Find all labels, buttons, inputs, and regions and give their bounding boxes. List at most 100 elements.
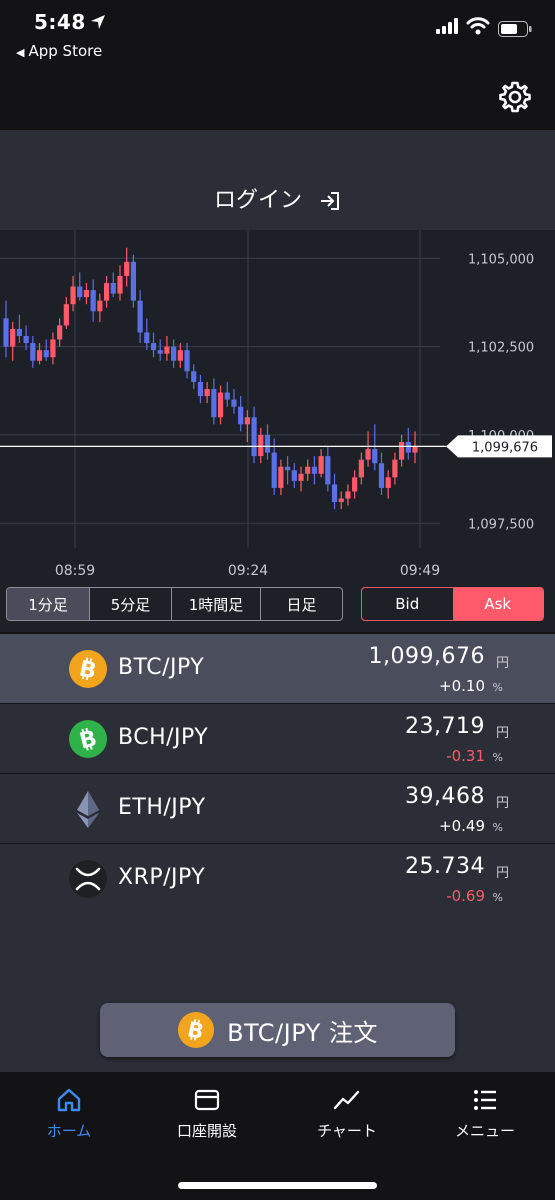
candle-body bbox=[224, 392, 230, 400]
candle-body bbox=[77, 286, 83, 298]
candle-body bbox=[103, 283, 110, 301]
pair-price: 23,719 bbox=[405, 714, 485, 739]
candle-body bbox=[331, 484, 338, 503]
candle-body bbox=[352, 477, 358, 492]
candle-body bbox=[57, 325, 63, 340]
pair-row-xrp[interactable]: XRP/JPY 25.734 円 -0.69 % bbox=[0, 844, 555, 914]
price-chart[interactable]: 1,105,0001,102,5001,100,0001,097,50008:5… bbox=[0, 230, 555, 580]
timeframe-daily[interactable]: 日足 bbox=[261, 588, 342, 620]
order-button-label: BTC/JPY 注文 bbox=[227, 1018, 378, 1047]
timeframe-1hour[interactable]: 1時間足 bbox=[172, 588, 261, 620]
chart-line-icon bbox=[333, 1090, 360, 1110]
login-button[interactable]: ログイン bbox=[0, 182, 555, 214]
candle-body bbox=[231, 399, 237, 407]
candle-body bbox=[144, 332, 150, 344]
login-arrow-icon bbox=[321, 192, 339, 210]
candle-body bbox=[392, 459, 398, 478]
candle-body bbox=[164, 346, 170, 354]
candle-body bbox=[358, 459, 364, 478]
y-tick-label: 1,097,500 bbox=[468, 517, 534, 532]
home-icon bbox=[57, 1088, 81, 1112]
x-tick-label: 08:59 bbox=[55, 563, 95, 579]
tab-home[interactable]: ホーム bbox=[4, 1086, 134, 1141]
login-bar: ログイン bbox=[0, 130, 555, 230]
tab-label: メニュー bbox=[454, 1122, 515, 1140]
order-button[interactable]: B BTC/JPY 注文 bbox=[100, 1003, 455, 1057]
change-unit: % bbox=[492, 891, 503, 904]
pair-price: 1,099,676 bbox=[368, 644, 485, 669]
pair-row-bch[interactable]: B BCH/JPY 23,719 円 -0.31 % bbox=[0, 704, 555, 774]
candle-body bbox=[285, 466, 291, 471]
pair-row-btc[interactable]: B BTC/JPY 1,099,676 円 +0.10 % bbox=[0, 634, 555, 704]
candle-body bbox=[305, 466, 311, 474]
pair-symbol: BTC/JPY bbox=[118, 655, 205, 680]
bitcoin-icon: B bbox=[69, 650, 107, 688]
tab-label: 口座開設 bbox=[176, 1122, 237, 1140]
bottom-tab-bar: ホーム 口座開設 チャート メニュー bbox=[0, 1072, 555, 1200]
candle-body bbox=[177, 350, 183, 361]
candle-body bbox=[405, 442, 411, 453]
candle-body bbox=[50, 339, 56, 358]
pair-symbol: BCH/JPY bbox=[118, 725, 209, 750]
current-price-label: 1,099,676 bbox=[472, 440, 538, 455]
timeframe-5min[interactable]: 5分足 bbox=[90, 588, 172, 620]
pair-list: B BTC/JPY 1,099,676 円 +0.10 % B BCH/JPY … bbox=[0, 634, 555, 914]
home-indicator bbox=[178, 1182, 377, 1189]
pair-price: 39,468 bbox=[405, 784, 485, 809]
app-screen: 5:48 ◀ App Store ログイン 1,105,000 1,102,50… bbox=[0, 0, 555, 1200]
back-app-label: App Store bbox=[28, 42, 103, 60]
candle-body bbox=[117, 275, 123, 294]
y-tick-label: 1,105,000 bbox=[468, 252, 534, 267]
candlestick-chart[interactable]: 1,105,0001,102,5001,100,0001,097,50008:5… bbox=[0, 230, 555, 580]
candle-body bbox=[23, 336, 29, 344]
list-icon bbox=[474, 1090, 496, 1110]
tab-chart[interactable]: チャート bbox=[282, 1086, 412, 1141]
back-to-app-store[interactable]: ◀ App Store bbox=[16, 42, 102, 60]
candle-body bbox=[83, 290, 90, 298]
candle-body bbox=[398, 442, 405, 460]
candle-body bbox=[251, 417, 257, 457]
pair-price: 25.734 bbox=[405, 854, 485, 879]
timeframe-1min[interactable]: 1分足 bbox=[7, 588, 90, 620]
candle-body bbox=[211, 389, 217, 418]
candle-body bbox=[16, 328, 23, 336]
candle-body bbox=[238, 406, 244, 425]
pair-symbol: ETH/JPY bbox=[118, 795, 206, 820]
settings-gear-icon[interactable] bbox=[498, 80, 532, 114]
candle-body bbox=[258, 434, 264, 457]
pair-change: +0.49 bbox=[439, 817, 485, 835]
candle-body bbox=[130, 261, 136, 301]
candle-body bbox=[378, 463, 385, 488]
candle-body bbox=[345, 491, 351, 499]
candle-body bbox=[298, 473, 304, 481]
ask-button[interactable]: Ask bbox=[452, 588, 543, 620]
candle-body bbox=[291, 470, 297, 481]
chart-controls: 1分足 5分足 1時間足 日足 Bid Ask bbox=[0, 580, 555, 632]
login-label: ログイン bbox=[213, 188, 302, 213]
candle-body bbox=[137, 300, 143, 333]
price-unit: 円 bbox=[495, 796, 509, 811]
pair-change: -0.69 bbox=[446, 887, 485, 905]
candle-body bbox=[171, 346, 177, 361]
candle-body bbox=[30, 343, 36, 361]
candle-body bbox=[191, 371, 197, 382]
candle-body bbox=[271, 452, 277, 488]
tab-label: チャート bbox=[317, 1122, 377, 1140]
candle-body bbox=[412, 446, 418, 453]
candle-body bbox=[325, 456, 331, 485]
candle-body bbox=[184, 350, 190, 372]
change-unit: % bbox=[492, 681, 503, 694]
candle-body bbox=[311, 466, 318, 474]
candle-body bbox=[365, 449, 371, 460]
tab-label: ホーム bbox=[46, 1122, 92, 1140]
tab-open-account[interactable]: 口座開設 bbox=[142, 1086, 272, 1141]
price-unit: 円 bbox=[495, 656, 509, 671]
bid-button[interactable]: Bid bbox=[362, 588, 453, 620]
candle-body bbox=[278, 466, 284, 488]
candle-body bbox=[110, 283, 116, 294]
candle-body bbox=[97, 300, 103, 312]
pair-row-eth[interactable]: ETH/JPY 39,468 円 +0.49 % bbox=[0, 774, 555, 844]
candle-body bbox=[10, 328, 16, 347]
card-icon bbox=[194, 1089, 220, 1111]
tab-menu[interactable]: メニュー bbox=[420, 1086, 550, 1141]
